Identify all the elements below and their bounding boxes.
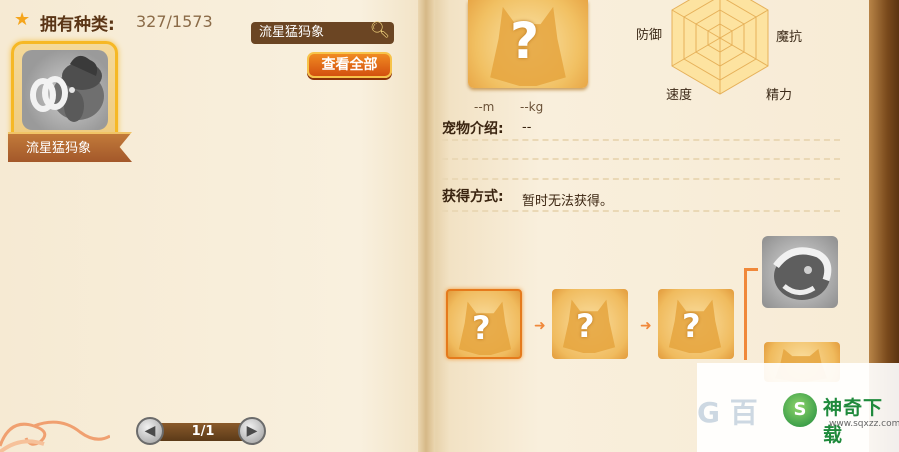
- stats-radar-chart: 防御 魔抗 速度 精力: [630, 0, 810, 103]
- species-label: 拥有种类:: [40, 15, 115, 35]
- evolution-stage[interactable]: ?: [446, 289, 522, 359]
- evolution-branch-line: [744, 268, 747, 360]
- pet-card[interactable]: 流星猛犸象: [8, 41, 132, 162]
- pet-portrait: ?: [468, 0, 588, 88]
- page-indicator: 1/1: [158, 423, 248, 441]
- site-url: www.sqxzz.com: [829, 419, 899, 429]
- search-icon[interactable]: 🔍︎: [370, 19, 390, 41]
- chevron-right-icon: ▶: [246, 423, 258, 439]
- chevron-left-icon: ◀: [144, 423, 156, 439]
- intro-label: 宠物介绍:: [442, 121, 504, 137]
- species-count: 327/1573: [136, 12, 213, 31]
- weight-value: --kg: [520, 100, 544, 114]
- prev-page-button[interactable]: ◀: [136, 417, 164, 445]
- watermark-ghost-text: G 百: [697, 396, 758, 429]
- site-logo-icon: S: [783, 393, 817, 427]
- left-page: ★ 拥有种类: 327/1573 流星猛犸象 🔍︎ 查看全部 流星猛犸象 1/1…: [0, 0, 424, 452]
- intro-value: --: [522, 120, 532, 135]
- question-mark-icon: ?: [576, 307, 595, 345]
- stat-label-speed: 速度: [666, 88, 693, 103]
- stat-label-defense: 防御: [636, 28, 663, 43]
- arrow-right-icon: ➜: [640, 318, 652, 334]
- question-mark-icon: ?: [682, 307, 701, 345]
- pagination: 1/1 ◀ ▶: [136, 417, 270, 445]
- tusk-shape: [42, 76, 68, 110]
- star-icon: ★: [14, 9, 31, 30]
- search-input[interactable]: 流星猛犸象 🔍︎: [251, 19, 394, 44]
- divider: [442, 158, 840, 160]
- site-watermark: G 百 S 神奇下载 www.sqxzz.com: [697, 363, 899, 452]
- obtain-value: 暂时无法获得。: [522, 194, 614, 209]
- height-value: --m: [474, 100, 495, 114]
- next-page-button[interactable]: ▶: [238, 417, 266, 445]
- divider: [442, 178, 840, 180]
- search-value: 流星猛犸象: [259, 25, 325, 40]
- arrow-right-icon: ➜: [534, 318, 546, 334]
- pet-name-ribbon: 流星猛犸象: [8, 132, 132, 162]
- question-mark-icon: ?: [510, 12, 540, 70]
- view-all-button[interactable]: 查看全部: [307, 52, 392, 78]
- mammoth-image: [22, 50, 108, 130]
- obtain-label: 获得方式:: [442, 189, 504, 205]
- pet-encyclopedia-book: ★ 拥有种类: 327/1573 流星猛犸象 🔍︎ 查看全部 流星猛犸象 1/1…: [0, 0, 899, 452]
- divider: [442, 210, 840, 212]
- cloud-swirl-decoration: [0, 420, 110, 452]
- divider: [442, 139, 840, 141]
- evolution-stage[interactable]: ?: [658, 289, 734, 359]
- evolution-stage[interactable]: ?: [552, 289, 628, 359]
- evolution-branch-line: [744, 268, 758, 271]
- question-mark-icon: ?: [472, 309, 491, 347]
- stat-label-magic-resist: 魔抗: [776, 30, 803, 45]
- stat-label-energy: 精力: [766, 88, 793, 103]
- evolution-stage-final[interactable]: [762, 236, 838, 308]
- pet-name: 流星猛犸象: [26, 141, 92, 156]
